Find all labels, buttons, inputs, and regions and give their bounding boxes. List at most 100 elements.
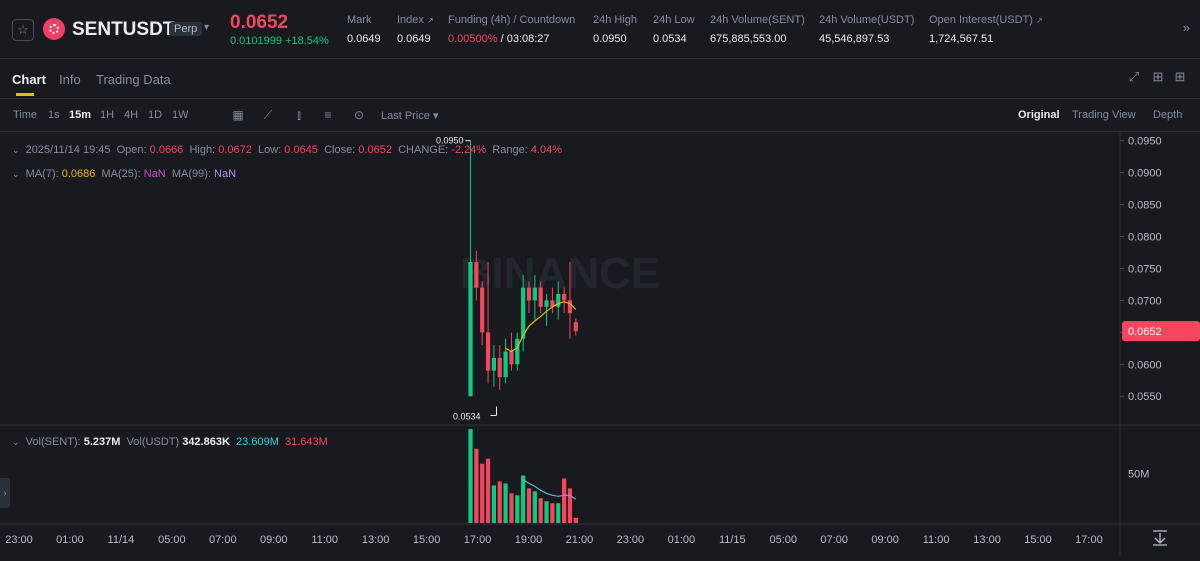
volume-bar xyxy=(491,485,496,523)
collapse-chevron-icon[interactable]: ⌄ xyxy=(12,145,20,155)
stat-index[interactable]: Index ↗ 0.0649 xyxy=(397,14,434,45)
price-tick-label: 0.0550 xyxy=(1128,391,1162,403)
collapse-chevron-icon[interactable]: ⌄ xyxy=(12,437,20,447)
indicator-line-icon[interactable]: ⟋ xyxy=(260,107,276,123)
price-change-pct: +18.54% xyxy=(285,35,329,47)
volume-bar xyxy=(497,481,502,523)
layout-grid-icon[interactable]: ⊞ xyxy=(1150,69,1166,85)
volume-bar xyxy=(556,503,561,523)
interval-15m[interactable]: 15m xyxy=(69,109,91,121)
time-tick-label: 11/15 xyxy=(719,534,746,546)
vol-usdt-value: 342.863K xyxy=(182,436,230,448)
stat-open-interest[interactable]: Open Interest(USDT) ↗ 1,724,567.51 xyxy=(929,14,1043,45)
interval-4h[interactable]: 4H xyxy=(124,109,138,121)
time-tick-label: 13:00 xyxy=(362,534,390,546)
volume-axis: 50M xyxy=(1128,469,1149,481)
interval-time[interactable]: Time xyxy=(13,109,37,121)
candle-body xyxy=(562,294,567,301)
view-original[interactable]: Original xyxy=(1018,109,1060,121)
ticker-header: ☆ SENTUSDT Perp ▾ 0.0652 0.0101999 +18.5… xyxy=(0,0,1200,59)
candle-body xyxy=(509,351,514,365)
widgets-icon[interactable]: ⊞ xyxy=(1172,69,1188,85)
time-tick-label: 23:00 xyxy=(5,534,33,546)
candle-body xyxy=(573,322,578,332)
high-value: 0.0672 xyxy=(218,144,252,156)
calendar-icon[interactable]: ▦ xyxy=(230,107,246,123)
chevron-down-icon: ▾ xyxy=(432,110,439,122)
view-depth[interactable]: Depth xyxy=(1153,109,1182,121)
tab-info[interactable]: Info xyxy=(59,72,81,87)
sent-coin-icon xyxy=(43,18,65,40)
more-chevron-icon[interactable]: » xyxy=(1183,20,1190,35)
stat-value: 0.0534 xyxy=(653,33,687,45)
close-value: 0.0652 xyxy=(358,144,392,156)
scroll-to-latest-icon xyxy=(1153,530,1167,546)
current-price-label: 0.0652 xyxy=(1128,326,1162,338)
time-tick-label: 17:00 xyxy=(464,534,492,546)
stat-24h-volume-sent: 24h Volume(SENT) 675,885,553.00 xyxy=(710,14,805,45)
vol-sent-value: 5.237M xyxy=(83,436,121,448)
price-type-select[interactable]: Last Price ▾ xyxy=(381,109,439,122)
stat-label: 24h Volume(SENT) xyxy=(710,14,805,26)
stat-value: 0.0649 xyxy=(397,33,431,45)
expand-icon[interactable]: ⤢ xyxy=(1126,69,1142,85)
time-axis: 23:00 01:00 11/14 05:00 07:00 09:00 11:00 13:00… xyxy=(5,530,1167,546)
candle-body xyxy=(480,287,485,333)
chart-svg[interactable]: BINANCE 0.09500.09000.08500.08000.07500.… xyxy=(0,133,1200,556)
time-tick-label: 11:00 xyxy=(923,534,950,546)
favorite-star-icon[interactable]: ☆ xyxy=(12,19,34,41)
price-tick-label: 0.0800 xyxy=(1128,232,1162,244)
time-tick-label: 11/14 xyxy=(108,534,135,546)
tab-chart[interactable]: Chart xyxy=(12,72,46,96)
price-change-abs: 0.0101999 xyxy=(230,35,282,47)
view-trading-view[interactable]: Trading View xyxy=(1072,109,1136,121)
ma25-value: NaN xyxy=(143,168,166,180)
external-link-icon[interactable]: ↗ xyxy=(427,16,434,25)
stat-funding: Funding (4h) / Countdown 0.00500% / 03:08… xyxy=(448,14,575,45)
stat-label: Funding (4h) / Countdown xyxy=(448,14,576,26)
vol-ma2-value: 31.643M xyxy=(284,436,328,448)
vol-ma1-value: 23.609M xyxy=(236,436,279,448)
time-tick-label: 09:00 xyxy=(260,534,288,546)
collapse-chevron-icon[interactable]: ⌄ xyxy=(12,169,20,179)
interval-1w[interactable]: 1W xyxy=(172,109,189,121)
external-link-icon[interactable]: ↗ xyxy=(1036,16,1043,25)
volume-bar xyxy=(468,429,473,523)
time-tick-label: 17:00 xyxy=(1075,534,1103,546)
last-price: 0.0652 xyxy=(230,12,289,33)
price-axis: 0.0950 0.0900 0.0850 0.0800 0.0750 0.0700 0.06… xyxy=(1120,136,1200,403)
time-tick-label: 19:00 xyxy=(515,534,543,546)
candle-body xyxy=(521,287,526,339)
interval-1d[interactable]: 1D xyxy=(148,109,162,121)
candle-body xyxy=(474,262,479,288)
symbol-title[interactable]: SENTUSDT xyxy=(72,19,174,41)
ma25-label: MA(25): xyxy=(101,168,141,180)
time-tick-label: 07:00 xyxy=(209,534,237,546)
candle-date: 2025/11/14 19:45 xyxy=(25,144,111,156)
volume-bar xyxy=(474,448,479,523)
side-panel-toggle-icon[interactable]: › xyxy=(0,478,10,508)
chart-type-candles-icon[interactable]: ⫾ xyxy=(291,107,307,123)
time-tick-label: 05:00 xyxy=(158,534,186,546)
change-value: -2.24% xyxy=(451,144,487,156)
interval-1h[interactable]: 1H xyxy=(100,109,114,121)
chart-grid xyxy=(0,133,1200,556)
settings-icon[interactable]: ⊙ xyxy=(351,107,367,123)
interval-1s[interactable]: 1s xyxy=(48,109,60,121)
volume-bar xyxy=(515,495,520,523)
open-label: Open: xyxy=(116,144,147,156)
time-tick-label: 09:00 xyxy=(871,534,899,546)
stat-24h-low: 24h Low 0.0534 xyxy=(653,14,695,45)
price-tick-label: 0.0750 xyxy=(1128,263,1162,275)
stat-label: Open Interest(USDT) xyxy=(929,14,1033,26)
contract-type-badge: Perp xyxy=(169,22,203,36)
time-tick-label: 05:00 xyxy=(769,534,797,546)
drawing-tools-icon[interactable]: ≡ xyxy=(320,107,336,123)
time-tick-label: 13:00 xyxy=(973,534,1001,546)
volume-bar xyxy=(538,498,543,523)
symbol-dropdown-chevron-icon[interactable]: ▾ xyxy=(204,22,209,33)
ma7-label: MA(7): xyxy=(25,168,59,180)
price-tick-label: 0.0850 xyxy=(1128,200,1162,212)
candlestick-chart[interactable]: BINANCE 0.0950 0.0900 0.0850 0.0800 0.0750 0.… xyxy=(0,133,1200,556)
tab-trading-data[interactable]: Trading Data xyxy=(96,72,171,87)
